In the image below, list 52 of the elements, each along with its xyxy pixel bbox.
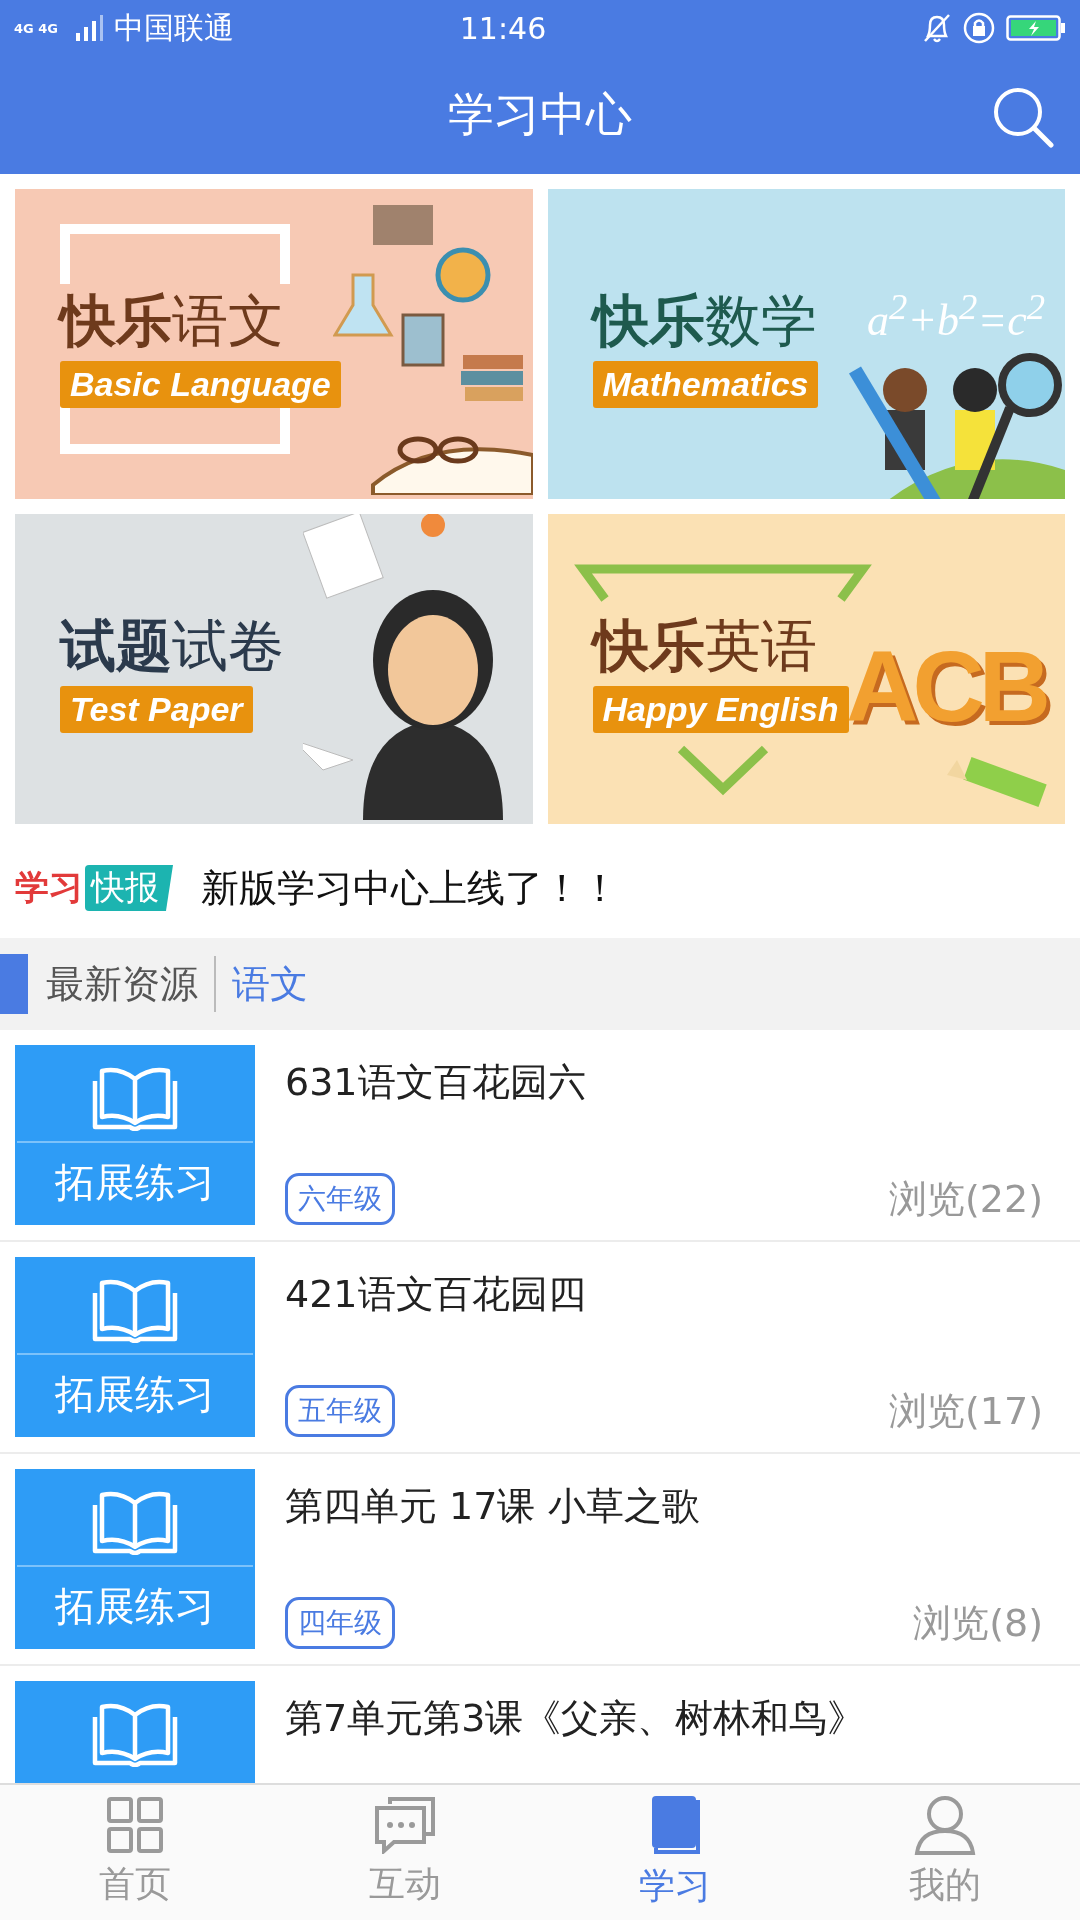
grade-tag: 四年级	[285, 1597, 395, 1649]
battery-icon	[1006, 14, 1066, 42]
grade-tag: 五年级	[285, 1385, 395, 1437]
resource-title[interactable]: 第7单元第3课《父亲、树林和鸟》	[285, 1693, 1043, 1744]
clock-time: 11:46	[458, 10, 548, 46]
thumbnail-label: 拓展练习	[17, 1565, 253, 1645]
book-icon	[92, 1489, 178, 1555]
resource-thumbnail[interactable]: 拓展练习	[15, 1469, 255, 1649]
resource-title[interactable]: 第四单元 17课 小草之歌	[285, 1481, 1043, 1532]
formula-text: a$^{2}$+b$^{2}$=c$^{2}$	[867, 285, 1045, 346]
subject-tab[interactable]: 语文	[216, 958, 308, 1010]
book-icon	[92, 1277, 178, 1343]
tab-item[interactable]: 学习	[540, 1785, 810, 1920]
view-count: 浏览(22)	[889, 1175, 1043, 1223]
news-label: 学习	[15, 866, 83, 909]
resource-title[interactable]: 421语文百花园四	[285, 1269, 1043, 1320]
banner-card[interactable]: 试题试卷 Test Paper	[15, 514, 533, 824]
carrier-name: 中国联通	[114, 8, 234, 47]
news-headline[interactable]: 新版学习中心上线了！！	[201, 862, 619, 914]
section-marker	[0, 954, 28, 1014]
banner-subtitle: Test Paper	[60, 686, 253, 733]
banner-card[interactable]: 快乐语文 Basic Language	[15, 189, 533, 499]
page-title: 学习中心	[448, 86, 632, 143]
banner-subtitle: Mathematics	[592, 361, 819, 408]
thumbnail-label: 拓展练习	[17, 1141, 253, 1221]
signal-icon	[74, 15, 104, 41]
banner-subtitle: Basic Language	[60, 361, 341, 408]
chat-bubbles-icon	[374, 1796, 436, 1854]
network-label: 4G 4G	[14, 21, 59, 35]
resource-thumbnail[interactable]: 拓展练习	[15, 1257, 255, 1437]
book-icon	[650, 1794, 700, 1856]
grade-tag: 六年级	[285, 1173, 395, 1225]
banner-subtitle: Happy English	[592, 686, 849, 733]
banner-title: 试题试卷	[60, 612, 284, 680]
thumbnail-label: 拓展练习	[17, 1353, 253, 1433]
book-icon	[92, 1701, 178, 1767]
muted-bell-icon	[922, 12, 952, 44]
section-title: 最新资源	[28, 956, 216, 1012]
letters-art: ACB	[846, 629, 1045, 744]
view-count: 浏览(17)	[889, 1387, 1043, 1435]
book-icon	[92, 1065, 178, 1131]
grid-icon	[106, 1796, 164, 1854]
search-icon[interactable]	[992, 86, 1054, 148]
view-count: 浏览(8)	[913, 1599, 1043, 1647]
resource-thumbnail[interactable]: 拓展练习	[15, 1045, 255, 1225]
banner-card[interactable]: 快乐数学 Mathematics a$^{2}$+b$^{2}$=c$^{2}$	[547, 189, 1065, 499]
person-icon	[914, 1795, 976, 1855]
banner-title: 快乐数学	[592, 287, 817, 355]
banner-title: 快乐英语	[592, 612, 817, 680]
news-badge: 快报	[85, 865, 173, 911]
resource-title[interactable]: 631语文百花园六	[285, 1057, 1043, 1108]
rotation-lock-icon	[962, 11, 996, 45]
